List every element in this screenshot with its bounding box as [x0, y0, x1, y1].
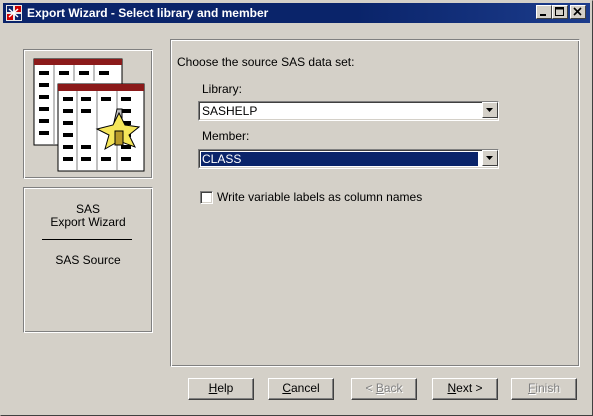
source-prompt: Choose the source SAS data set: — [177, 55, 355, 69]
maximize-icon — [555, 7, 564, 16]
close-icon — [573, 7, 582, 16]
export-wizard-window: Export Wizard - Select library and membe… — [0, 0, 593, 416]
library-label: Library: — [202, 82, 243, 96]
column-labels-checkbox[interactable] — [200, 191, 213, 204]
next-button[interactable]: Next > — [432, 378, 498, 400]
close-button[interactable] — [570, 5, 586, 19]
member-label: Member: — [202, 129, 250, 143]
wizard-name: Export Wizard — [50, 215, 126, 229]
divider — [42, 239, 132, 240]
export-wizard-graphic-icon — [33, 58, 145, 172]
minimize-button[interactable] — [536, 5, 552, 19]
minimize-icon — [540, 14, 546, 16]
member-dropdown-button[interactable] — [482, 150, 498, 166]
member-value: CLASS — [201, 152, 478, 166]
wizard-info-panel: SAS Export Wizard SAS Source — [23, 187, 153, 333]
column-labels-label[interactable]: Write variable labels as column names — [217, 190, 422, 204]
maximize-button[interactable] — [552, 5, 568, 19]
title-bar[interactable]: Export Wizard - Select library and membe… — [3, 3, 590, 23]
sas-app-icon — [6, 5, 22, 21]
member-select[interactable]: CLASS — [198, 149, 499, 169]
chevron-down-icon — [486, 156, 493, 160]
step-name: SAS Source — [55, 253, 121, 267]
library-value: SASHELP — [202, 104, 258, 118]
library-select[interactable]: SASHELP — [198, 101, 499, 121]
product-name: SAS — [75, 202, 100, 216]
finish-button[interactable]: Finish — [511, 378, 577, 400]
window-title: Export Wizard - Select library and membe… — [27, 6, 269, 20]
help-button[interactable]: Help — [188, 378, 254, 400]
wizard-image-panel — [23, 49, 153, 179]
chevron-down-icon — [486, 108, 493, 112]
cancel-button[interactable]: Cancel — [268, 378, 334, 400]
library-dropdown-button[interactable] — [482, 102, 498, 118]
back-button[interactable]: < Back — [351, 378, 417, 400]
